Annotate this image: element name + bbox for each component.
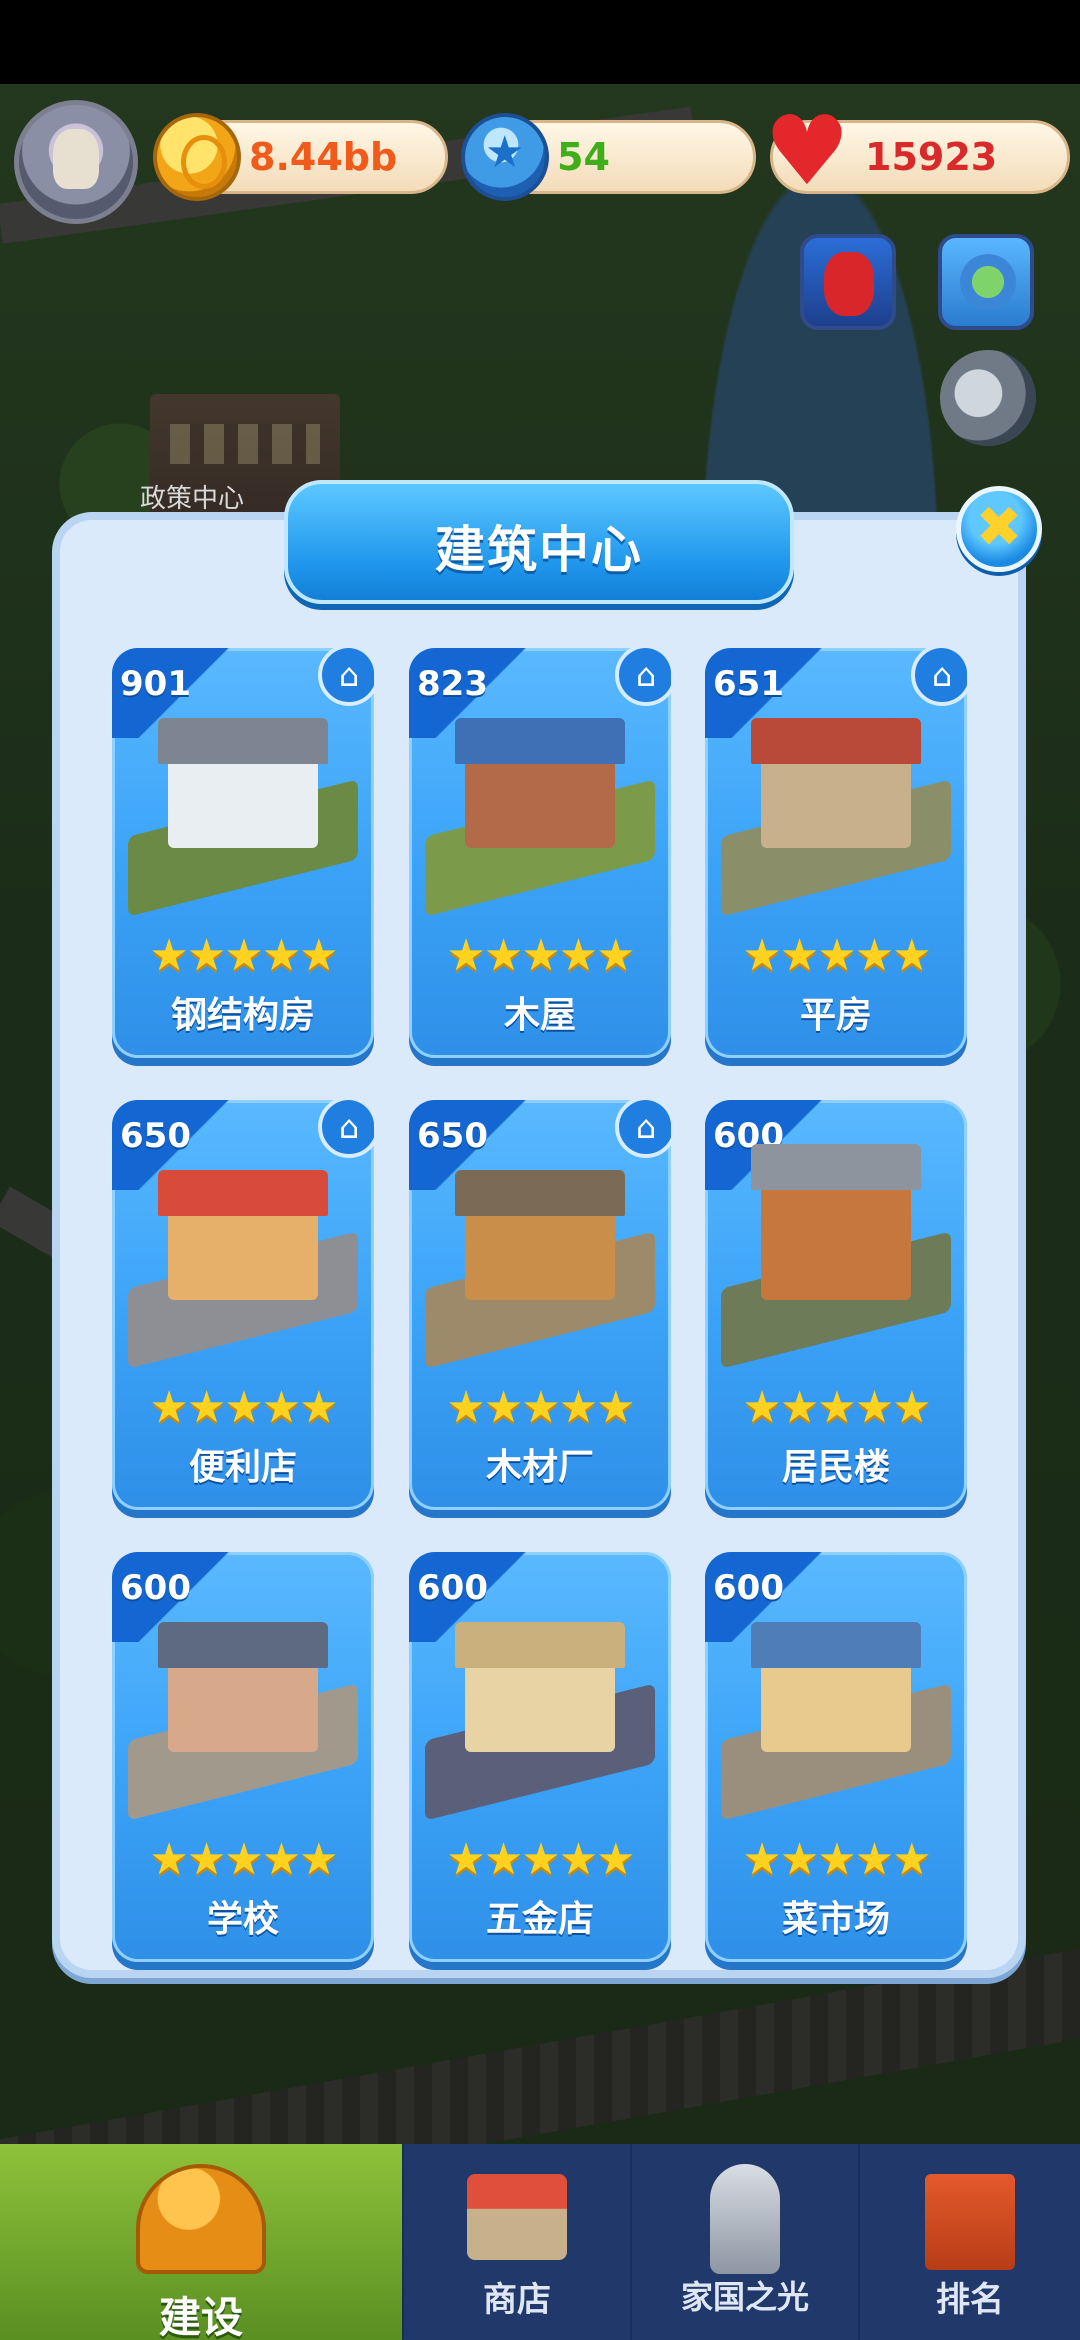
policy-center-label: 政策中心 [140,484,245,514]
building-card[interactable]: 650 ⌂ ★★★★★ 木材厂 [409,1100,671,1510]
building-name: 居民楼 [781,1447,890,1488]
building-name: 钢结构房 [170,995,315,1036]
helmet-icon [136,2164,266,2274]
building-card[interactable]: 650 ⌂ ★★★★★ 便利店 [112,1100,374,1510]
nav-label-shop: 商店 [483,2280,551,2320]
building-image [721,718,951,917]
coin-icon [153,113,241,201]
building-image [721,1622,951,1821]
building-image [128,718,358,917]
avatar[interactable] [14,100,138,224]
nav-label-homeland: 家国之光 [680,2278,809,2316]
building-count: 650 [120,1116,191,1156]
heart-amount: 15923 [865,135,998,179]
building-count: 600 [120,1568,191,1608]
building-card[interactable]: 600 ★★★★★ 学校 [112,1552,374,1962]
building-card[interactable]: 901 ⌂ ★★★★★ 钢结构房 [112,648,374,1058]
building-image [425,1622,655,1821]
building-count: 600 [713,1568,784,1608]
star-rating: ★★★★★ [742,1382,931,1433]
building-card[interactable]: 600 ★★★★★ 居民楼 [705,1100,967,1510]
world-map-button[interactable] [938,234,1034,330]
coin-counter[interactable]: 8.44bb [153,113,448,201]
building-name: 菜市场 [781,1899,890,1940]
building-card[interactable]: 823 ⌂ ★★★★★ 木屋 [409,648,671,1058]
nav-tab-build[interactable]: 建设 [0,2144,402,2340]
star-rating: ★★★★★ [446,1382,635,1433]
home-icon: ⌂ [318,648,374,706]
coin-amount: 8.44bb [249,135,398,179]
nav-label-build: 建设 [158,2293,243,2340]
building-name: 木屋 [503,995,576,1036]
building-count: 823 [417,664,488,704]
heart-counter[interactable]: ♥ 15923 [764,103,1070,199]
building-count: 600 [417,1568,488,1608]
nav-tab-homeland[interactable]: 家国之光 [630,2144,858,2340]
bottom-navigation: 建设 商店 家国之光 排名 [0,2144,1080,2340]
building-image [425,718,655,917]
building-card[interactable]: 600 ★★★★★ 五金店 [409,1552,671,1962]
status-bar [0,0,1080,84]
character-event-button[interactable] [800,234,896,330]
nav-label-rank: 排名 [936,2280,1004,2320]
nav-tab-shop[interactable]: 商店 [402,2144,630,2340]
star-rating: ★★★★★ [446,1834,635,1885]
building-card[interactable]: 600 ★★★★★ 菜市场 [705,1552,967,1962]
star-rating: ★★★★★ [149,1382,338,1433]
building-name: 木材厂 [485,1447,594,1488]
building-name: 学校 [206,1899,279,1940]
home-icon: ⌂ [911,648,967,706]
gem-icon [461,113,549,201]
rocket-icon [710,2164,780,2274]
shop-icon [467,2174,567,2260]
home-icon: ⌂ [318,1100,374,1158]
building-name: 便利店 [188,1447,297,1488]
gem-counter[interactable]: 54 [461,113,756,201]
building-image [425,1170,655,1369]
gem-amount: 54 [557,135,610,179]
close-icon: ✖ [975,495,1023,560]
building-count: 650 [417,1116,488,1156]
building-image [128,1170,358,1369]
nav-tab-rank[interactable]: 排名 [858,2144,1080,2340]
dialog-title-banner: 建筑中心 [284,480,794,604]
dialog-title: 建筑中心 [435,521,643,579]
building-image [128,1622,358,1821]
building-card[interactable]: 651 ⌂ ★★★★★ 平房 [705,648,967,1058]
building-image [721,1144,951,1369]
megaphone-icon[interactable] [940,350,1036,446]
star-rating: ★★★★★ [742,930,931,981]
star-rating: ★★★★★ [742,1834,931,1885]
close-button[interactable]: ✖ [956,486,1042,572]
star-rating: ★★★★★ [149,930,338,981]
building-count: 901 [120,664,191,704]
building-count: 651 [713,664,784,704]
home-icon: ⌂ [615,648,671,706]
ranking-icon [925,2174,1015,2270]
building-name: 平房 [799,995,872,1036]
star-rating: ★★★★★ [446,930,635,981]
star-rating: ★★★★★ [149,1834,338,1885]
home-icon: ⌂ [615,1100,671,1158]
heart-icon: ♥ [763,95,851,207]
building-name: 五金店 [485,1899,594,1940]
